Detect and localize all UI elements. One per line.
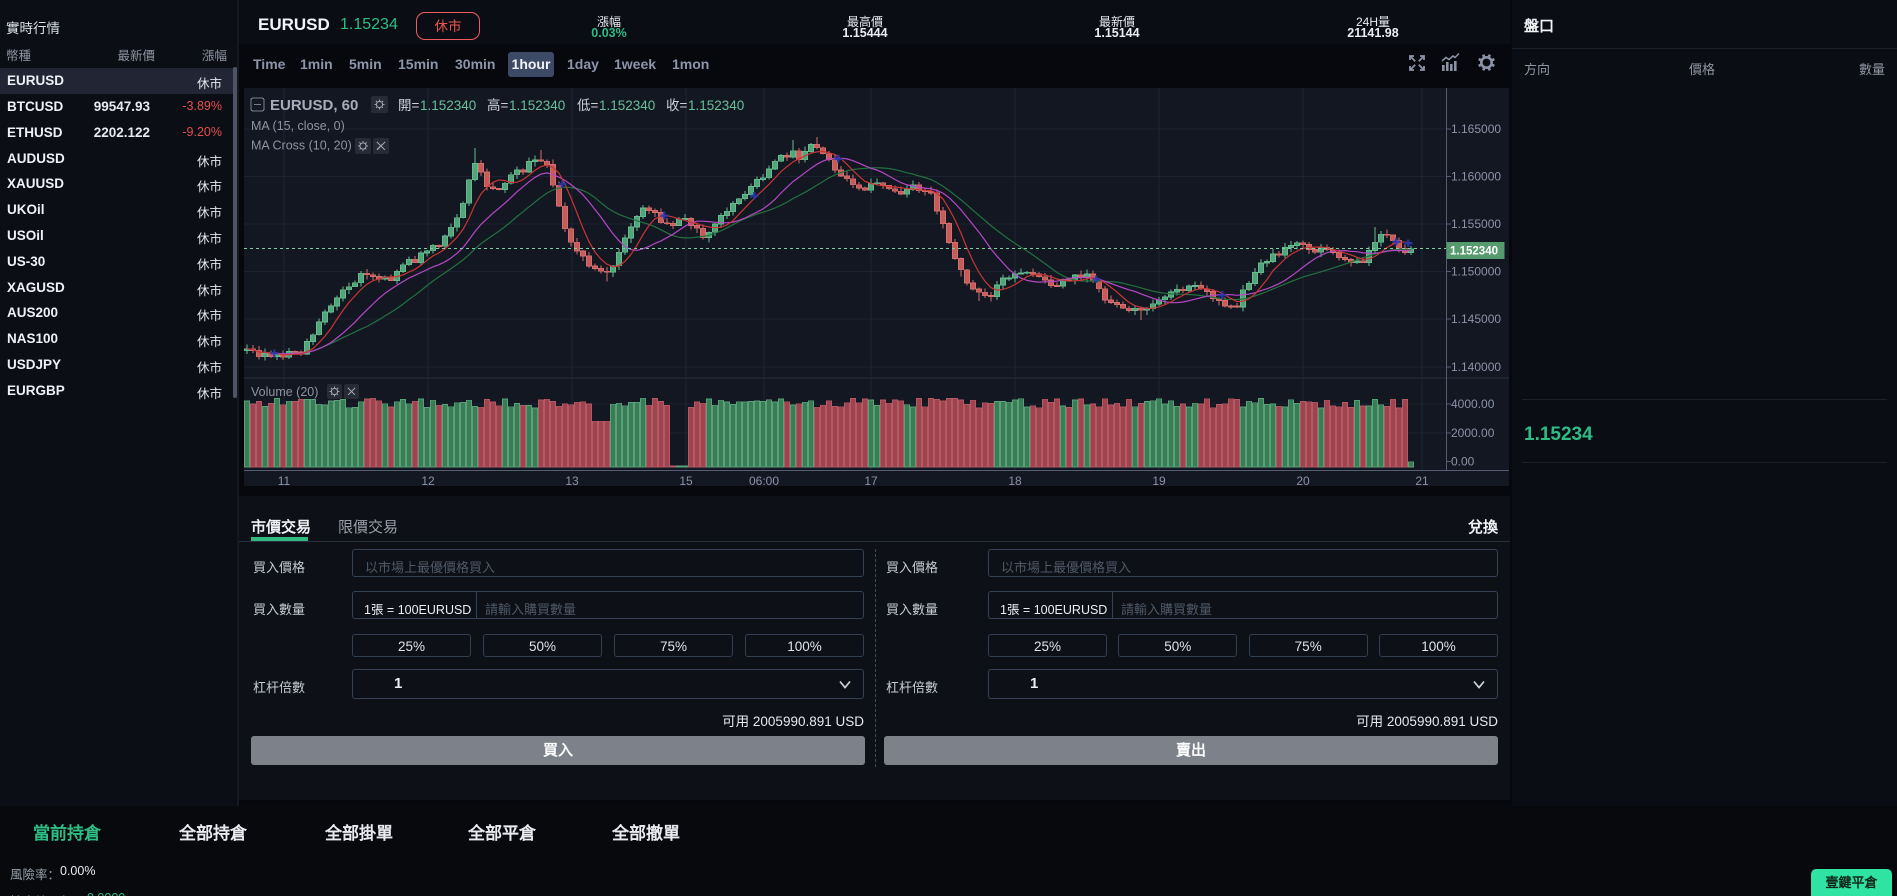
svg-text:1.150000: 1.150000 [1451,265,1501,279]
svg-text:20: 20 [1296,474,1310,488]
svg-text:2000.00: 2000.00 [1451,426,1495,440]
svg-text:17: 17 [864,474,878,488]
svg-text:低=: 低= [577,98,599,113]
svg-text:19: 19 [1152,474,1166,488]
svg-text:1.152340: 1.152340 [688,98,744,113]
svg-text:MA Cross (10, 20): MA Cross (10, 20) [251,139,352,153]
svg-text:1.145000: 1.145000 [1451,312,1501,326]
svg-text:1.155000: 1.155000 [1451,217,1501,231]
svg-text:06:00: 06:00 [749,474,779,488]
svg-text:1.152340: 1.152340 [509,98,565,113]
svg-text:1.152340: 1.152340 [1450,246,1498,258]
svg-text:EURUSD, 60: EURUSD, 60 [270,97,358,114]
svg-text:4000.00: 4000.00 [1451,397,1495,411]
svg-text:1.152340: 1.152340 [599,98,655,113]
svg-text:MA (15, close, 0): MA (15, close, 0) [251,119,345,133]
svg-text:21: 21 [1415,474,1429,488]
svg-text:13: 13 [565,474,579,488]
svg-text:1.160000: 1.160000 [1451,169,1501,183]
svg-text:1.165000: 1.165000 [1451,122,1501,136]
svg-text:高=: 高= [487,97,508,113]
svg-text:12: 12 [421,474,435,488]
svg-text:11: 11 [278,474,291,488]
svg-text:收=: 收= [666,98,688,113]
svg-text:1.140000: 1.140000 [1451,360,1501,374]
svg-text:Volume (20): Volume (20) [251,385,318,399]
svg-text:開=: 開= [398,98,419,113]
svg-text:0.00: 0.00 [1451,455,1475,469]
svg-text:1.152340: 1.152340 [420,98,476,113]
svg-text:15: 15 [679,474,693,488]
svg-text:18: 18 [1008,474,1022,488]
